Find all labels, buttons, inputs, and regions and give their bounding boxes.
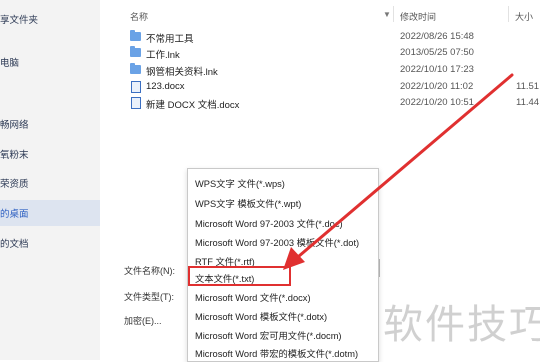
option-label: WPS文字 文件(*.wps) xyxy=(195,179,285,189)
sidebar-item-label: 的文档 xyxy=(0,239,29,250)
column-header-modified[interactable]: 修改时间 xyxy=(400,10,436,23)
sidebar-item-shared-folder[interactable]: 享文件夹 xyxy=(0,12,38,26)
file-name: 工作.lnk xyxy=(146,50,180,61)
sidebar: 享文件夹 电脑 畅网络 氧粉末 荣资质 的桌面 的文档 xyxy=(0,0,100,360)
filetype-option-selected[interactable]: 文本文件(*.txt) xyxy=(188,266,291,286)
file-row[interactable]: 新建 DOCX 文档.docx 2022/10/20 10:51 11.44 xyxy=(130,96,540,111)
sidebar-item-label: 享文件夹 xyxy=(0,15,39,26)
folder-icon xyxy=(130,30,141,41)
file-row[interactable]: 123.docx 2022/10/20 11:02 11.51 xyxy=(130,80,540,95)
file-date: 2013/05/25 07:50 xyxy=(400,47,474,58)
filetype-option[interactable]: WPS文字 文件(*.wps) xyxy=(188,172,378,191)
file-name: 123.docx xyxy=(146,81,185,92)
file-date: 2022/10/20 10:51 xyxy=(400,97,474,108)
column-header-name[interactable]: 名称 xyxy=(130,10,148,23)
option-label: WPS文字 模板文件(*.wpt) xyxy=(195,199,302,209)
sidebar-item-network[interactable]: 畅网络 xyxy=(0,117,29,131)
file-row[interactable]: 不常用工具 2022/08/26 15:48 xyxy=(130,30,540,45)
sidebar-item-label: 的桌面 xyxy=(0,209,29,220)
filetype-option[interactable]: Microsoft Word 宏可用文件(*.docm) xyxy=(188,324,378,343)
folder-shortcut-icon xyxy=(130,46,141,57)
sidebar-item-label: 氧粉末 xyxy=(0,150,29,161)
chevron-down-icon[interactable]: ▼ xyxy=(383,10,391,19)
sidebar-item-documents[interactable]: 的文档 xyxy=(0,236,29,250)
column-divider[interactable] xyxy=(393,6,394,22)
filetype-option[interactable]: Microsoft Word 97-2003 模板文件(*.dot) xyxy=(188,231,378,250)
document-icon xyxy=(131,81,141,93)
option-label: Microsoft Word 97-2003 文件(*.doc) xyxy=(195,219,343,229)
filename-label: 文件名称(N): xyxy=(124,266,175,276)
sidebar-item-label: 荣资质 xyxy=(0,179,29,190)
option-label: Microsoft Word 带宏的模板文件(*.dotm) xyxy=(195,349,359,359)
sidebar-item-desktop[interactable]: 的桌面 xyxy=(0,200,100,226)
file-date: 2022/10/10 17:23 xyxy=(400,64,474,75)
column-header-size[interactable]: 大小 xyxy=(515,10,533,23)
filetype-option[interactable]: Microsoft Word 带宏的模板文件(*.dotm) xyxy=(188,342,378,361)
folder-shortcut-icon xyxy=(130,63,141,74)
option-label: 文本文件(*.txt) xyxy=(195,274,255,284)
file-size: 11.44 xyxy=(516,97,540,108)
filetype-option[interactable]: Microsoft Word 文件(*.docx) xyxy=(188,286,378,305)
file-date: 2022/10/20 11:02 xyxy=(400,81,474,92)
option-label: Microsoft Word 文件(*.docx) xyxy=(195,293,311,303)
file-name: 钢管相关资料.lnk xyxy=(146,67,218,78)
sidebar-item-computer[interactable]: 电脑 xyxy=(0,55,19,69)
sidebar-item-qualifications[interactable]: 荣资质 xyxy=(0,176,29,190)
filetype-option[interactable]: WPS文字 模板文件(*.wpt) xyxy=(188,192,378,211)
sidebar-item-label: 畅网络 xyxy=(0,120,29,131)
filetype-dropdown-list[interactable]: WPS文字 文件(*.wps) WPS文字 模板文件(*.wpt) Micros… xyxy=(187,168,379,362)
encrypt-button[interactable]: 加密(E)... xyxy=(124,314,162,327)
file-size: 11.51 xyxy=(516,81,540,92)
option-label: Microsoft Word 97-2003 模板文件(*.dot) xyxy=(195,238,360,248)
option-label: Microsoft Word 模板文件(*.dotx) xyxy=(195,312,328,322)
filetype-label: 文件类型(T): xyxy=(124,292,174,302)
option-label: Microsoft Word 宏可用文件(*.docm) xyxy=(195,331,342,341)
file-row[interactable]: 钢管相关资料.lnk 2022/10/10 17:23 xyxy=(130,63,540,78)
filetype-option[interactable]: Microsoft Word 97-2003 文件(*.doc) xyxy=(188,212,378,231)
sidebar-item-label: 电脑 xyxy=(0,58,20,69)
column-divider[interactable] xyxy=(508,6,509,22)
file-name: 不常用工具 xyxy=(146,34,194,45)
filetype-option[interactable]: Microsoft Word 模板文件(*.dotx) xyxy=(188,305,378,324)
file-date: 2022/08/26 15:48 xyxy=(400,31,474,42)
document-icon xyxy=(131,97,141,109)
file-name: 新建 DOCX 文档.docx xyxy=(146,100,240,111)
file-row[interactable]: 工作.lnk 2013/05/25 07:50 xyxy=(130,46,540,61)
sidebar-item-powder[interactable]: 氧粉末 xyxy=(0,147,29,161)
watermark: 软件技巧 xyxy=(383,302,540,348)
